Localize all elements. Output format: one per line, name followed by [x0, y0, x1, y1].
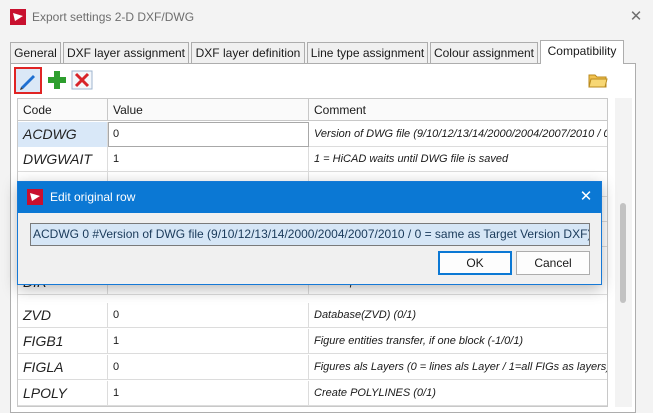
- comment-cell[interactable]: Version of DWG file (9/10/12/13/14/2000/…: [309, 122, 607, 147]
- column-header-value[interactable]: Value: [108, 99, 309, 121]
- tab-general[interactable]: General: [10, 42, 61, 64]
- add-row-button[interactable]: [46, 69, 68, 91]
- row-text-input[interactable]: ACDWG 0 #Version of DWG file (9/10/12/13…: [30, 223, 590, 246]
- tab-dxf-layer-assignment[interactable]: DXF layer assignment: [63, 42, 189, 64]
- value-cell[interactable]: 1: [108, 329, 309, 354]
- ok-button[interactable]: OK: [438, 251, 512, 275]
- open-file-button[interactable]: [588, 70, 608, 90]
- value-cell[interactable]: 1: [108, 147, 309, 172]
- value-cell[interactable]: 0: [108, 122, 309, 147]
- table-row[interactable]: FIGLA 0 Figures als Layers (0 = lines al…: [18, 355, 607, 380]
- column-header-code[interactable]: Code: [18, 99, 108, 121]
- window-titlebar: Export settings 2-D DXF/DWG ✕: [0, 0, 653, 34]
- code-cell[interactable]: FIGLA: [18, 355, 108, 380]
- table-header: Code Value Comment: [18, 99, 607, 121]
- table-row[interactable]: ZVD 0 Database(ZVD) (0/1): [18, 303, 607, 328]
- comment-cell[interactable]: Figures als Layers (0 = lines als Layer …: [309, 355, 607, 380]
- value-cell[interactable]: 1: [108, 381, 309, 406]
- comment-cell[interactable]: Create POLYLINES (0/1): [309, 381, 607, 406]
- hicad-app-icon: [27, 189, 43, 205]
- code-cell[interactable]: ACDWG: [18, 122, 108, 147]
- edit-row-dialog: Edit original row ✕ ACDWG 0 #Version of …: [17, 181, 602, 285]
- hicad-app-icon: [10, 9, 26, 25]
- column-header-comment[interactable]: Comment: [309, 99, 607, 121]
- tab-dxf-layer-definition[interactable]: DXF layer definition: [191, 42, 305, 64]
- vertical-scrollbar[interactable]: [615, 98, 632, 407]
- tab-line-type-assignment[interactable]: Line type assignment: [307, 42, 428, 64]
- code-cell[interactable]: ZVD: [18, 303, 108, 328]
- table-row[interactable]: LPOLY 1 Create POLYLINES (0/1): [18, 381, 607, 406]
- plus-icon: [48, 71, 66, 89]
- folder-icon: [588, 74, 608, 88]
- dialog-close-icon[interactable]: ✕: [576, 187, 596, 207]
- table-row[interactable]: ACDWG 0 Version of DWG file (9/10/12/13/…: [18, 122, 607, 147]
- dialog-title: Edit original row: [50, 190, 136, 204]
- comment-cell[interactable]: 1 = HiCAD waits until DWG file is saved: [309, 147, 607, 172]
- tab-colour-assignment[interactable]: Colour assignment: [430, 42, 538, 64]
- pencil-icon: [20, 75, 35, 90]
- code-cell[interactable]: FIGB1: [18, 329, 108, 354]
- comment-cell[interactable]: Database(ZVD) (0/1): [309, 303, 607, 328]
- cancel-button[interactable]: Cancel: [516, 251, 590, 275]
- comment-cell[interactable]: Figure entities transfer, if one block (…: [309, 329, 607, 354]
- window-title: Export settings 2-D DXF/DWG: [32, 10, 195, 24]
- scrollbar-thumb[interactable]: [620, 203, 626, 303]
- dialog-titlebar: Edit original row ✕: [18, 182, 601, 213]
- tab-compatibility[interactable]: Compatibility: [540, 40, 624, 64]
- code-cell[interactable]: DWGWAIT: [18, 147, 108, 172]
- value-cell[interactable]: 0: [108, 355, 309, 380]
- delete-x-icon: [71, 70, 93, 90]
- window-close-icon[interactable]: ✕: [626, 7, 646, 27]
- table-row[interactable]: DWGWAIT 1 1 = HiCAD waits until DWG file…: [18, 147, 607, 172]
- delete-row-button[interactable]: [71, 69, 93, 91]
- table-row[interactable]: FIGB1 1 Figure entities transfer, if one…: [18, 329, 607, 354]
- edit-row-button[interactable]: [14, 67, 42, 94]
- value-cell[interactable]: 0: [108, 303, 309, 328]
- code-cell[interactable]: LPOLY: [18, 381, 108, 406]
